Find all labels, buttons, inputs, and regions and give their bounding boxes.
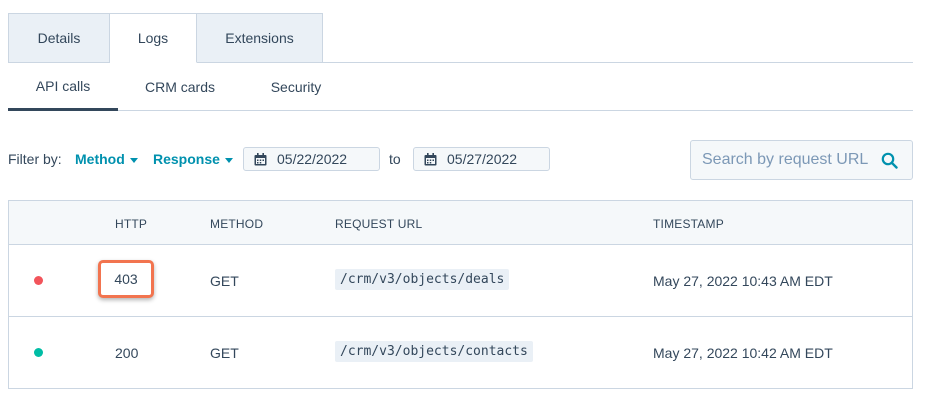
tab-extensions[interactable]: Extensions [197, 13, 323, 63]
end-date-picker[interactable]: 05/27/2022 [413, 147, 550, 171]
sub-tab-bar: API calls CRM cards Security [8, 63, 913, 111]
caret-down-icon [224, 157, 233, 163]
http-status-code: 403 [114, 271, 138, 287]
table-row[interactable]: 403 GET /crm/v3/objects/deals May 27, 20… [9, 245, 912, 317]
status-error-dot-icon [34, 276, 43, 285]
tab-details[interactable]: Details [8, 13, 110, 63]
method-filter-dropdown[interactable]: Method [75, 151, 138, 167]
start-date-value: 05/22/2022 [277, 151, 348, 167]
table-header: HTTP METHOD REQUEST URL TIMESTAMP [9, 201, 912, 245]
http-status-highlight: 403 [98, 260, 154, 298]
column-header-request-url[interactable]: REQUEST URL [335, 217, 422, 231]
column-header-http[interactable]: HTTP [115, 217, 147, 231]
search-icon[interactable] [881, 152, 898, 174]
response-filter-label: Response [153, 151, 220, 167]
request-method: GET [210, 273, 239, 289]
filter-by-label: Filter by: [8, 151, 62, 167]
caret-down-icon [129, 157, 138, 163]
calendar-icon [424, 153, 437, 166]
search-box [690, 140, 913, 180]
column-header-method[interactable]: METHOD [210, 217, 263, 231]
request-timestamp: May 27, 2022 10:43 AM EDT [653, 273, 833, 289]
request-url[interactable]: /crm/v3/objects/deals [335, 269, 510, 290]
date-range-to-label: to [389, 151, 401, 167]
calendar-icon [254, 153, 267, 166]
request-timestamp: May 27, 2022 10:42 AM EDT [653, 345, 833, 361]
column-header-timestamp[interactable]: TIMESTAMP [653, 217, 724, 231]
http-status-code: 200 [115, 345, 139, 361]
end-date-value: 05/27/2022 [447, 151, 518, 167]
subtab-crm-cards[interactable]: CRM cards [126, 63, 234, 110]
request-method: GET [210, 345, 239, 361]
status-success-dot-icon [34, 348, 43, 357]
search-input[interactable] [702, 151, 877, 169]
api-calls-table: HTTP METHOD REQUEST URL TIMESTAMP 403 GE… [8, 200, 913, 389]
request-url[interactable]: /crm/v3/objects/contacts [335, 341, 533, 362]
tab-logs[interactable]: Logs [110, 13, 197, 63]
start-date-picker[interactable]: 05/22/2022 [243, 147, 380, 171]
subtab-api-calls[interactable]: API calls [8, 63, 118, 111]
response-filter-dropdown[interactable]: Response [153, 151, 233, 167]
top-tab-bar: Details Logs Extensions [8, 13, 323, 63]
table-row[interactable]: 200 GET /crm/v3/objects/contacts May 27,… [9, 317, 912, 389]
subtab-security[interactable]: Security [254, 63, 338, 110]
method-filter-label: Method [75, 151, 125, 167]
